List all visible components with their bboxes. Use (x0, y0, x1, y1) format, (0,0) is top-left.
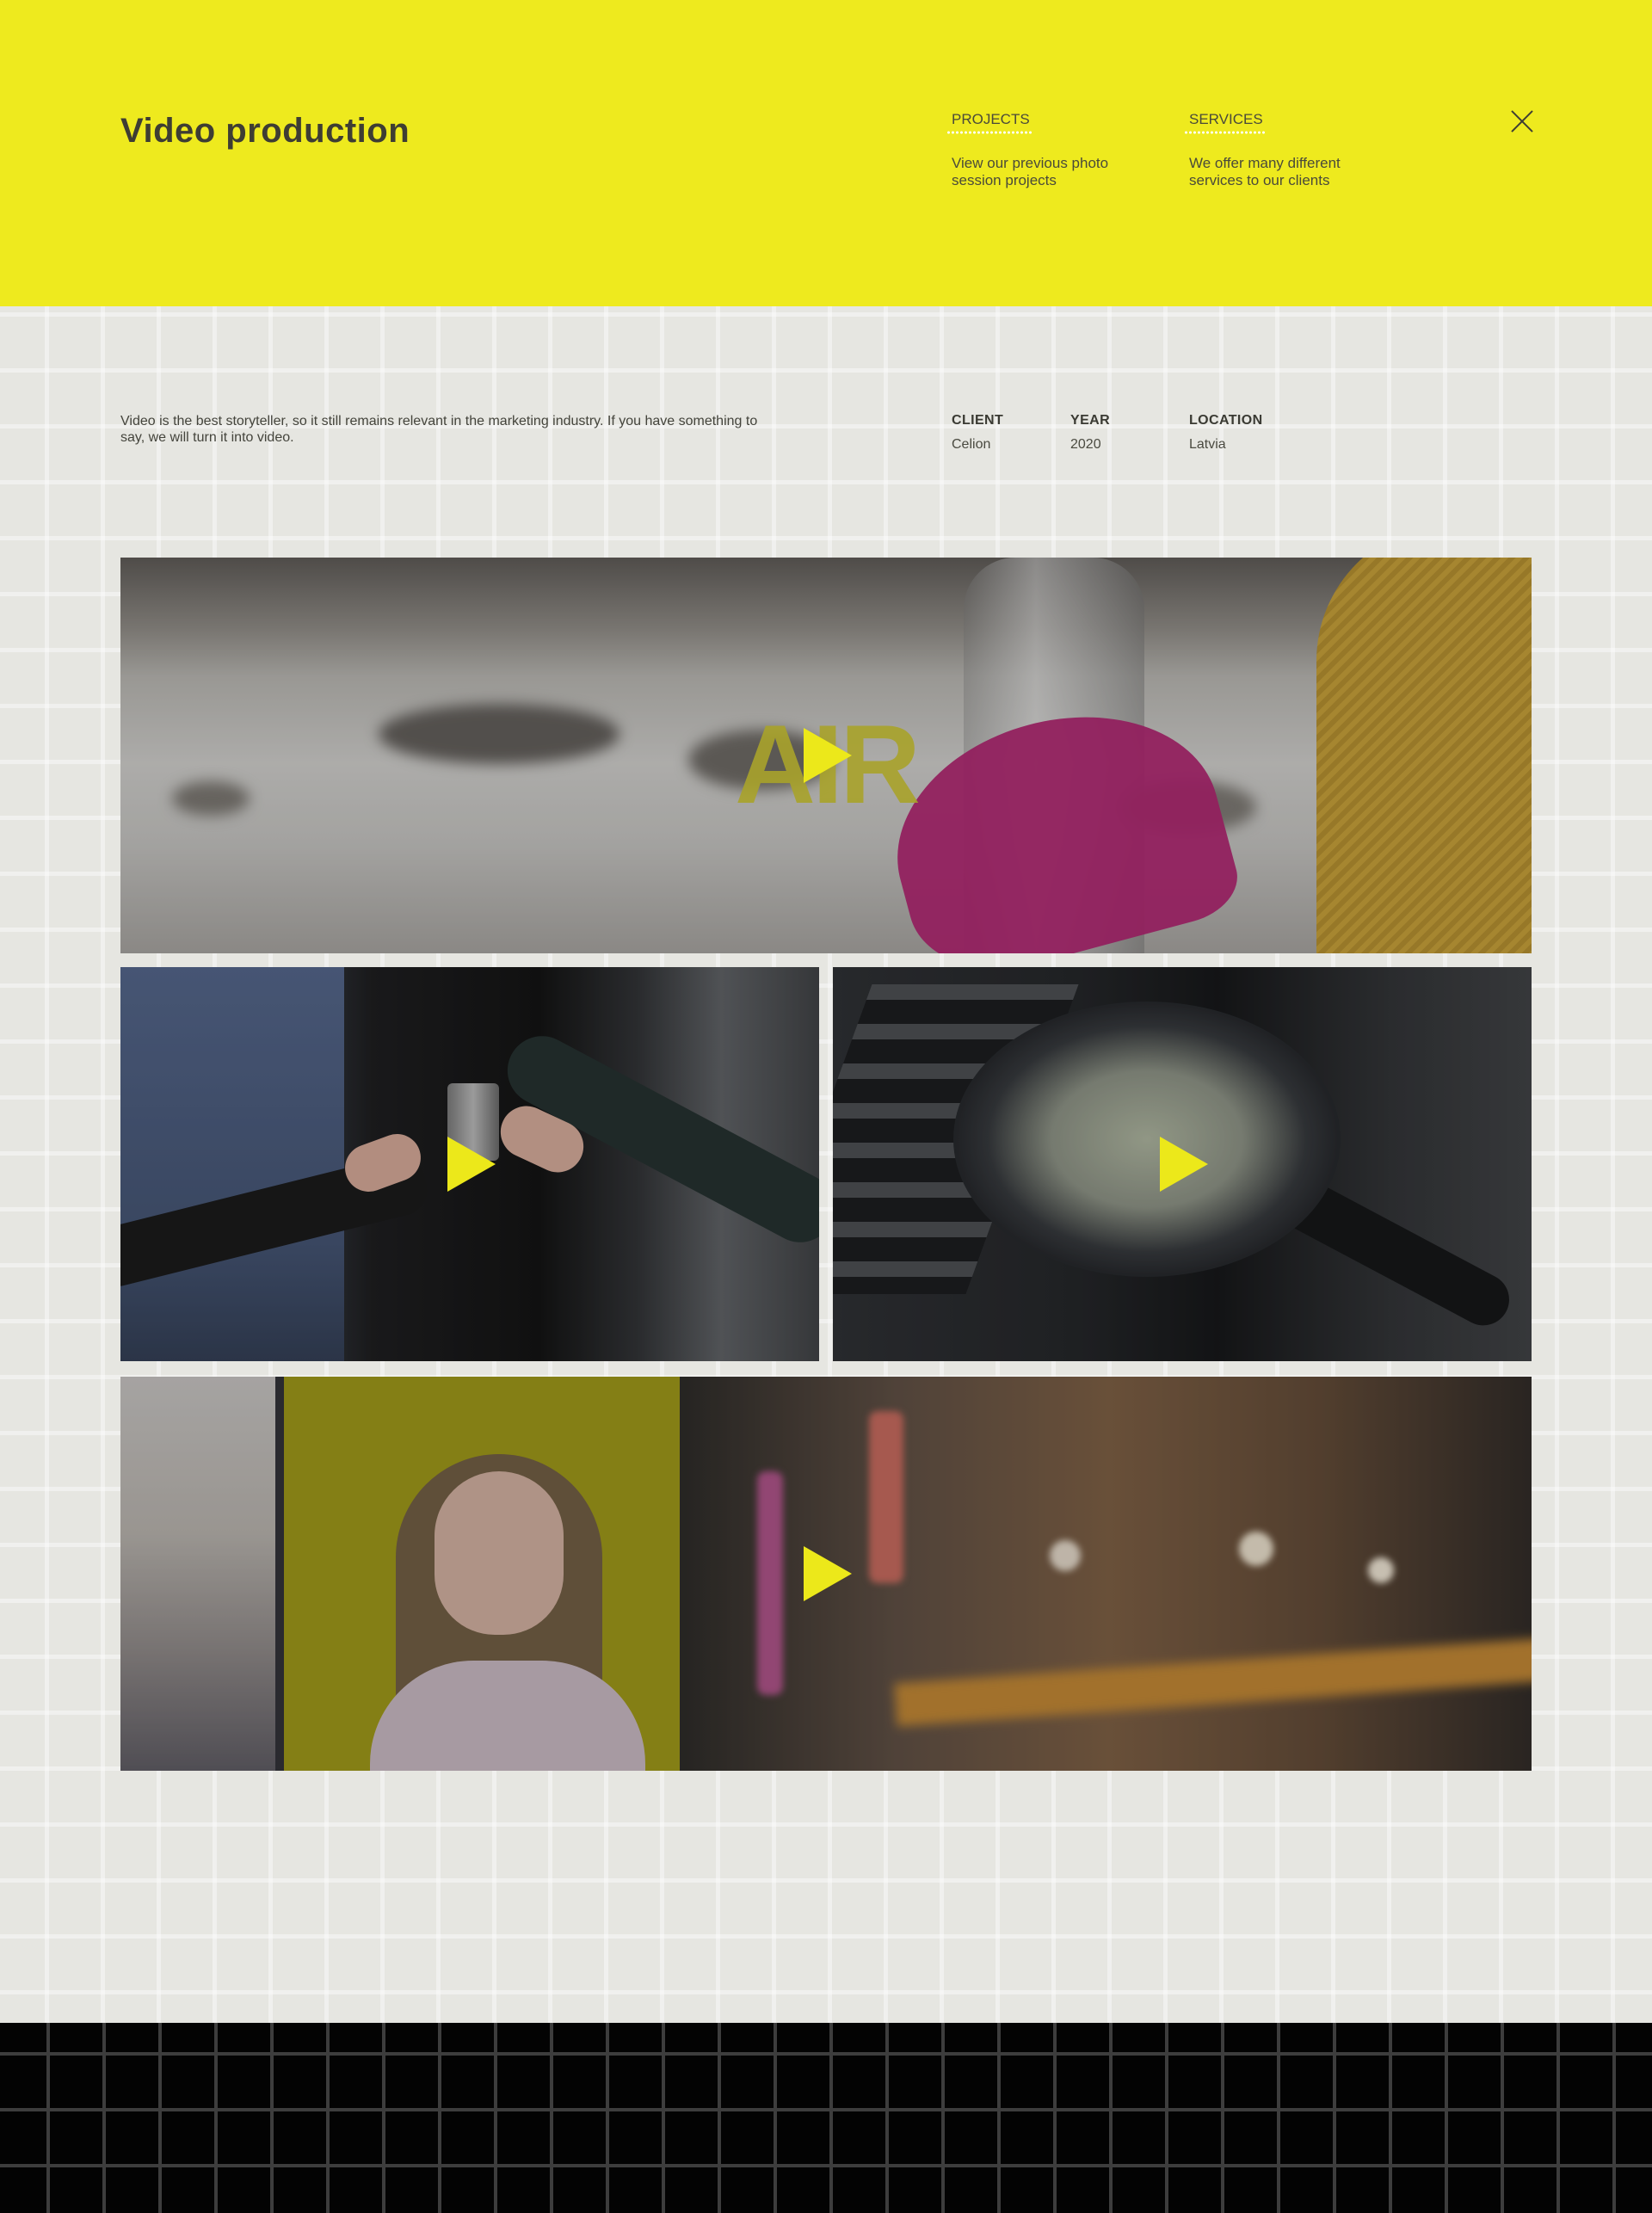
nav-services: SERVICES We offer many different service… (1184, 110, 1387, 189)
video-thumbnail-billboard[interactable] (120, 1377, 1532, 1771)
project-content: Video is the best storyteller, so it sti… (0, 306, 1652, 2023)
services-description: We offer many different services to our … (1189, 155, 1341, 188)
close-icon[interactable] (1511, 110, 1533, 133)
services-link[interactable]: SERVICES (1184, 110, 1267, 134)
meta-year-value: 2020 (1070, 437, 1101, 452)
page-title: Video production (120, 112, 410, 150)
play-icon[interactable] (447, 1137, 496, 1192)
video-thumbnail-cooking[interactable] (833, 967, 1532, 1361)
meta-client-label: CLIENT (952, 413, 1004, 428)
meta-year: YEAR 2020 (1070, 413, 1110, 453)
play-icon[interactable] (1160, 1137, 1208, 1192)
play-icon[interactable] (804, 728, 852, 783)
play-icon[interactable] (804, 1546, 852, 1601)
video-thumbnail-toast[interactable] (120, 967, 819, 1361)
project-intro: Video is the best storyteller, so it sti… (120, 414, 758, 445)
projects-description: View our previous photo session projects (952, 155, 1109, 188)
video-thumbnail-air[interactable]: AIR (120, 558, 1532, 953)
meta-client-value: Celion (952, 437, 991, 452)
projects-link[interactable]: PROJECTS (946, 110, 1033, 134)
meta-location: LOCATION Latvia (1189, 413, 1263, 453)
nav-projects: PROJECTS View our previous photo session… (946, 110, 1150, 189)
meta-year-label: YEAR (1070, 413, 1111, 428)
meta-location-label: LOCATION (1189, 413, 1263, 428)
site-footer (0, 2023, 1652, 2213)
site-header: Video production PROJECTS View our previ… (0, 0, 1652, 306)
meta-location-value: Latvia (1189, 437, 1226, 452)
meta-client: CLIENT Celion (952, 413, 1003, 453)
